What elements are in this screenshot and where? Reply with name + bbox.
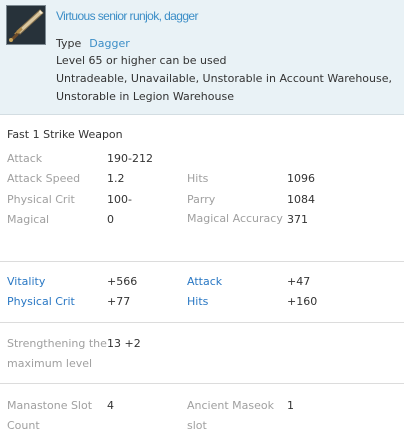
bonus-value-hits: +160: [287, 295, 318, 308]
dagger-icon: [6, 5, 46, 45]
enhance-label: Strengthening the maximum level: [7, 337, 107, 370]
type-label: Type: [56, 37, 82, 50]
weapon-speed: Fast 1 Strike Weapon: [7, 128, 123, 141]
stat-value-hits: 1096: [287, 172, 315, 185]
type-value: Dagger: [89, 37, 130, 50]
stat-value-magical-accuracy: 371: [287, 213, 308, 226]
slot-value-ancient-maseok: 1: [287, 399, 294, 412]
enhance-value: 13 +2: [107, 337, 141, 350]
bonus-value-vitality: +566: [107, 275, 138, 288]
divider: [0, 383, 404, 384]
slot-value-manastone: 4: [107, 399, 114, 412]
bonus-label-attack: Attack: [187, 275, 223, 288]
slot-label-manastone: Manastone Slot Count: [7, 399, 93, 432]
item-header: Virtuous senior runjok, dagger Type Dagge…: [0, 0, 404, 115]
bonus-label-hits: Hits: [187, 295, 209, 308]
bonus-label-physical-crit: Physical Crit: [7, 295, 75, 308]
stat-label-attack-speed: Attack Speed: [7, 172, 81, 185]
bonus-value-physical-crit: +77: [107, 295, 131, 308]
stat-label-magical-accuracy: Magical Accuracy: [187, 212, 283, 225]
item-type-row: Type Dagger: [56, 37, 130, 50]
bonus-value-attack: +47: [287, 275, 311, 288]
stat-label-parry: Parry: [187, 193, 216, 206]
stat-label-attack: Attack: [7, 152, 43, 165]
stat-label-hits: Hits: [187, 172, 209, 185]
stat-value-attack: 190-212: [107, 152, 153, 165]
stat-label-magical: Magical: [7, 213, 50, 226]
stat-value-physical-crit: 100-: [107, 193, 132, 206]
level-requirement: Level 65 or higher can be used: [56, 54, 227, 67]
trade-restrictions: Untradeable, Unavailable, Unstorable in …: [56, 72, 392, 103]
item-name: Virtuous senior runjok, dagger: [56, 9, 198, 23]
divider: [0, 322, 404, 323]
divider: [0, 261, 404, 262]
stat-label-physical-crit: Physical Crit: [7, 193, 75, 206]
stat-value-magical: 0: [107, 213, 114, 226]
slot-label-ancient-maseok: Ancient Maseok slot: [187, 399, 274, 432]
bonus-label-vitality: Vitality: [7, 275, 46, 288]
stat-value-attack-speed: 1.2: [107, 172, 125, 185]
stat-value-parry: 1084: [287, 193, 315, 206]
